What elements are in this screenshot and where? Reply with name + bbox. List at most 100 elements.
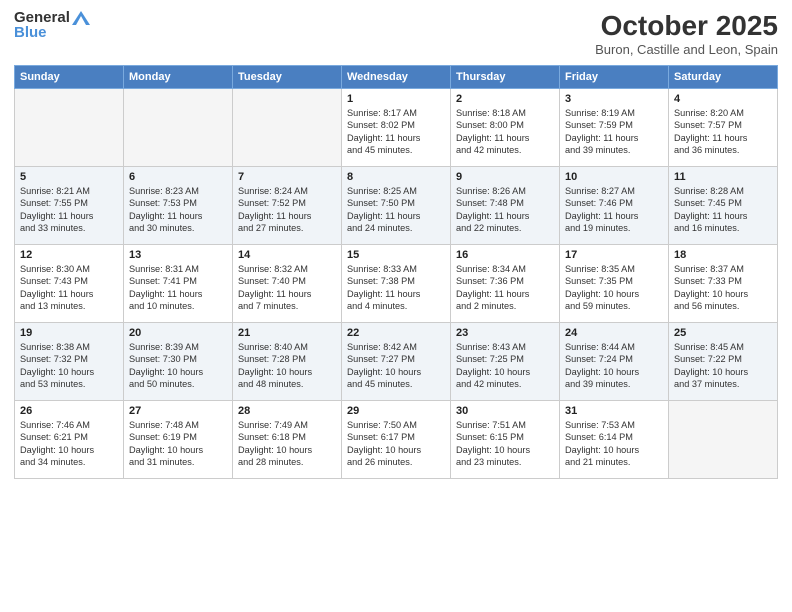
calendar-cell: 19 Sunrise: 8:38 AM Sunset: 7:32 PM Dayli… [15, 323, 124, 401]
day-info: Sunrise: 7:51 AM Sunset: 6:15 PM Dayligh… [456, 419, 554, 469]
calendar-cell: 30 Sunrise: 7:51 AM Sunset: 6:15 PM Dayli… [451, 401, 560, 479]
day-number: 31 [565, 405, 663, 417]
day-number: 25 [674, 327, 772, 339]
day-number: 18 [674, 249, 772, 261]
day-info: Sunrise: 8:28 AM Sunset: 7:45 PM Dayligh… [674, 185, 772, 235]
day-info: Sunrise: 8:18 AM Sunset: 8:00 PM Dayligh… [456, 107, 554, 157]
day-number: 16 [456, 249, 554, 261]
calendar-week-row-5: 26 Sunrise: 7:46 AM Sunset: 6:21 PM Dayli… [15, 401, 778, 479]
calendar-cell [233, 89, 342, 167]
day-info: Sunrise: 8:32 AM Sunset: 7:40 PM Dayligh… [238, 263, 336, 313]
weekday-header-row: SundayMondayTuesdayWednesdayThursdayFrid… [15, 66, 778, 89]
calendar-cell: 6Sunrise: 8:23 AM Sunset: 7:53 PM Daylig… [124, 167, 233, 245]
day-number: 21 [238, 327, 336, 339]
day-info: Sunrise: 8:37 AM Sunset: 7:33 PM Dayligh… [674, 263, 772, 313]
day-info: Sunrise: 8:38 AM Sunset: 7:32 PM Dayligh… [20, 341, 118, 391]
day-info: Sunrise: 8:31 AM Sunset: 7:41 PM Dayligh… [129, 263, 227, 313]
day-number: 5 [20, 171, 118, 183]
day-number: 12 [20, 249, 118, 261]
day-number: 24 [565, 327, 663, 339]
day-number: 2 [456, 93, 554, 105]
calendar-table: SundayMondayTuesdayWednesdayThursdayFrid… [14, 65, 778, 479]
calendar-cell: 18 Sunrise: 8:37 AM Sunset: 7:33 PM Dayli… [669, 245, 778, 323]
calendar-cell: 10 Sunrise: 8:27 AM Sunset: 7:46 PM Dayli… [560, 167, 669, 245]
day-info: Sunrise: 8:19 AM Sunset: 7:59 PM Dayligh… [565, 107, 663, 157]
day-number: 26 [20, 405, 118, 417]
day-number: 11 [674, 171, 772, 183]
header: General Blue October 2025 Buron, Castill… [14, 10, 778, 57]
day-number: 3 [565, 93, 663, 105]
day-number: 7 [238, 171, 336, 183]
day-number: 15 [347, 249, 445, 261]
location-subtitle: Buron, Castille and Leon, Spain [595, 42, 778, 57]
day-number: 17 [565, 249, 663, 261]
title-block: October 2025 Buron, Castille and Leon, S… [595, 10, 778, 57]
calendar-cell: 15 Sunrise: 8:33 AM Sunset: 7:38 PM Dayli… [342, 245, 451, 323]
day-info: Sunrise: 8:44 AM Sunset: 7:24 PM Dayligh… [565, 341, 663, 391]
day-number: 29 [347, 405, 445, 417]
calendar-week-row-1: 1Sunrise: 8:17 AM Sunset: 8:02 PM Daylig… [15, 89, 778, 167]
day-info: Sunrise: 7:46 AM Sunset: 6:21 PM Dayligh… [20, 419, 118, 469]
calendar-cell: 31 Sunrise: 7:53 AM Sunset: 6:14 PM Dayli… [560, 401, 669, 479]
calendar-cell: 2 Sunrise: 8:18 AM Sunset: 8:00 PM Daylig… [451, 89, 560, 167]
calendar-cell: 25 Sunrise: 8:45 AM Sunset: 7:22 PM Dayli… [669, 323, 778, 401]
month-title: October 2025 [595, 10, 778, 42]
weekday-header-monday: Monday [124, 66, 233, 89]
day-info: Sunrise: 8:20 AM Sunset: 7:57 PM Dayligh… [674, 107, 772, 157]
weekday-header-friday: Friday [560, 66, 669, 89]
day-info: Sunrise: 8:39 AM Sunset: 7:30 PM Dayligh… [129, 341, 227, 391]
day-info: Sunrise: 8:43 AM Sunset: 7:25 PM Dayligh… [456, 341, 554, 391]
day-info: Sunrise: 8:23 AM Sunset: 7:53 PM Dayligh… [129, 185, 227, 235]
calendar-cell: 21 Sunrise: 8:40 AM Sunset: 7:28 PM Dayli… [233, 323, 342, 401]
day-number: 28 [238, 405, 336, 417]
calendar-week-row-3: 12 Sunrise: 8:30 AM Sunset: 7:43 PM Dayli… [15, 245, 778, 323]
day-number: 14 [238, 249, 336, 261]
calendar-cell: 28Sunrise: 7:49 AM Sunset: 6:18 PM Dayli… [233, 401, 342, 479]
calendar-cell: 24 Sunrise: 8:44 AM Sunset: 7:24 PM Dayli… [560, 323, 669, 401]
day-info: Sunrise: 7:50 AM Sunset: 6:17 PM Dayligh… [347, 419, 445, 469]
day-info: Sunrise: 8:33 AM Sunset: 7:38 PM Dayligh… [347, 263, 445, 313]
weekday-header-thursday: Thursday [451, 66, 560, 89]
day-number: 10 [565, 171, 663, 183]
logo: General Blue [14, 10, 90, 41]
calendar-cell: 8 Sunrise: 8:25 AM Sunset: 7:50 PM Daylig… [342, 167, 451, 245]
day-number: 19 [20, 327, 118, 339]
calendar-cell: 27Sunrise: 7:48 AM Sunset: 6:19 PM Dayli… [124, 401, 233, 479]
day-info: Sunrise: 8:34 AM Sunset: 7:36 PM Dayligh… [456, 263, 554, 313]
calendar-cell: 4 Sunrise: 8:20 AM Sunset: 7:57 PM Daylig… [669, 89, 778, 167]
calendar-cell: 3 Sunrise: 8:19 AM Sunset: 7:59 PM Daylig… [560, 89, 669, 167]
weekday-header-saturday: Saturday [669, 66, 778, 89]
calendar-cell: 17Sunrise: 8:35 AM Sunset: 7:35 PM Dayli… [560, 245, 669, 323]
calendar-cell: 7Sunrise: 8:24 AM Sunset: 7:52 PM Daylig… [233, 167, 342, 245]
day-info: Sunrise: 8:27 AM Sunset: 7:46 PM Dayligh… [565, 185, 663, 235]
day-info: Sunrise: 8:25 AM Sunset: 7:50 PM Dayligh… [347, 185, 445, 235]
day-number: 20 [129, 327, 227, 339]
day-number: 23 [456, 327, 554, 339]
calendar-week-row-2: 5 Sunrise: 8:21 AM Sunset: 7:55 PM Daylig… [15, 167, 778, 245]
day-number: 8 [347, 171, 445, 183]
day-info: Sunrise: 8:21 AM Sunset: 7:55 PM Dayligh… [20, 185, 118, 235]
day-info: Sunrise: 8:45 AM Sunset: 7:22 PM Dayligh… [674, 341, 772, 391]
day-info: Sunrise: 8:40 AM Sunset: 7:28 PM Dayligh… [238, 341, 336, 391]
calendar-cell: 11 Sunrise: 8:28 AM Sunset: 7:45 PM Dayli… [669, 167, 778, 245]
calendar-cell: 14 Sunrise: 8:32 AM Sunset: 7:40 PM Dayli… [233, 245, 342, 323]
calendar-cell [15, 89, 124, 167]
logo-blue-text: Blue [14, 25, 47, 42]
day-info: Sunrise: 8:30 AM Sunset: 7:43 PM Dayligh… [20, 263, 118, 313]
day-number: 30 [456, 405, 554, 417]
weekday-header-sunday: Sunday [15, 66, 124, 89]
calendar-cell: 23 Sunrise: 8:43 AM Sunset: 7:25 PM Dayli… [451, 323, 560, 401]
calendar-cell: 9Sunrise: 8:26 AM Sunset: 7:48 PM Daylig… [451, 167, 560, 245]
day-info: Sunrise: 7:48 AM Sunset: 6:19 PM Dayligh… [129, 419, 227, 469]
day-info: Sunrise: 8:26 AM Sunset: 7:48 PM Dayligh… [456, 185, 554, 235]
day-number: 4 [674, 93, 772, 105]
calendar-cell: 16 Sunrise: 8:34 AM Sunset: 7:36 PM Dayli… [451, 245, 560, 323]
calendar-cell: 13Sunrise: 8:31 AM Sunset: 7:41 PM Dayli… [124, 245, 233, 323]
calendar-cell [669, 401, 778, 479]
day-info: Sunrise: 7:53 AM Sunset: 6:14 PM Dayligh… [565, 419, 663, 469]
calendar-cell: 20 Sunrise: 8:39 AM Sunset: 7:30 PM Dayli… [124, 323, 233, 401]
calendar-cell: 1Sunrise: 8:17 AM Sunset: 8:02 PM Daylig… [342, 89, 451, 167]
day-info: Sunrise: 8:17 AM Sunset: 8:02 PM Dayligh… [347, 107, 445, 157]
page: General Blue October 2025 Buron, Castill… [0, 0, 792, 612]
calendar-cell: 26 Sunrise: 7:46 AM Sunset: 6:21 PM Dayli… [15, 401, 124, 479]
